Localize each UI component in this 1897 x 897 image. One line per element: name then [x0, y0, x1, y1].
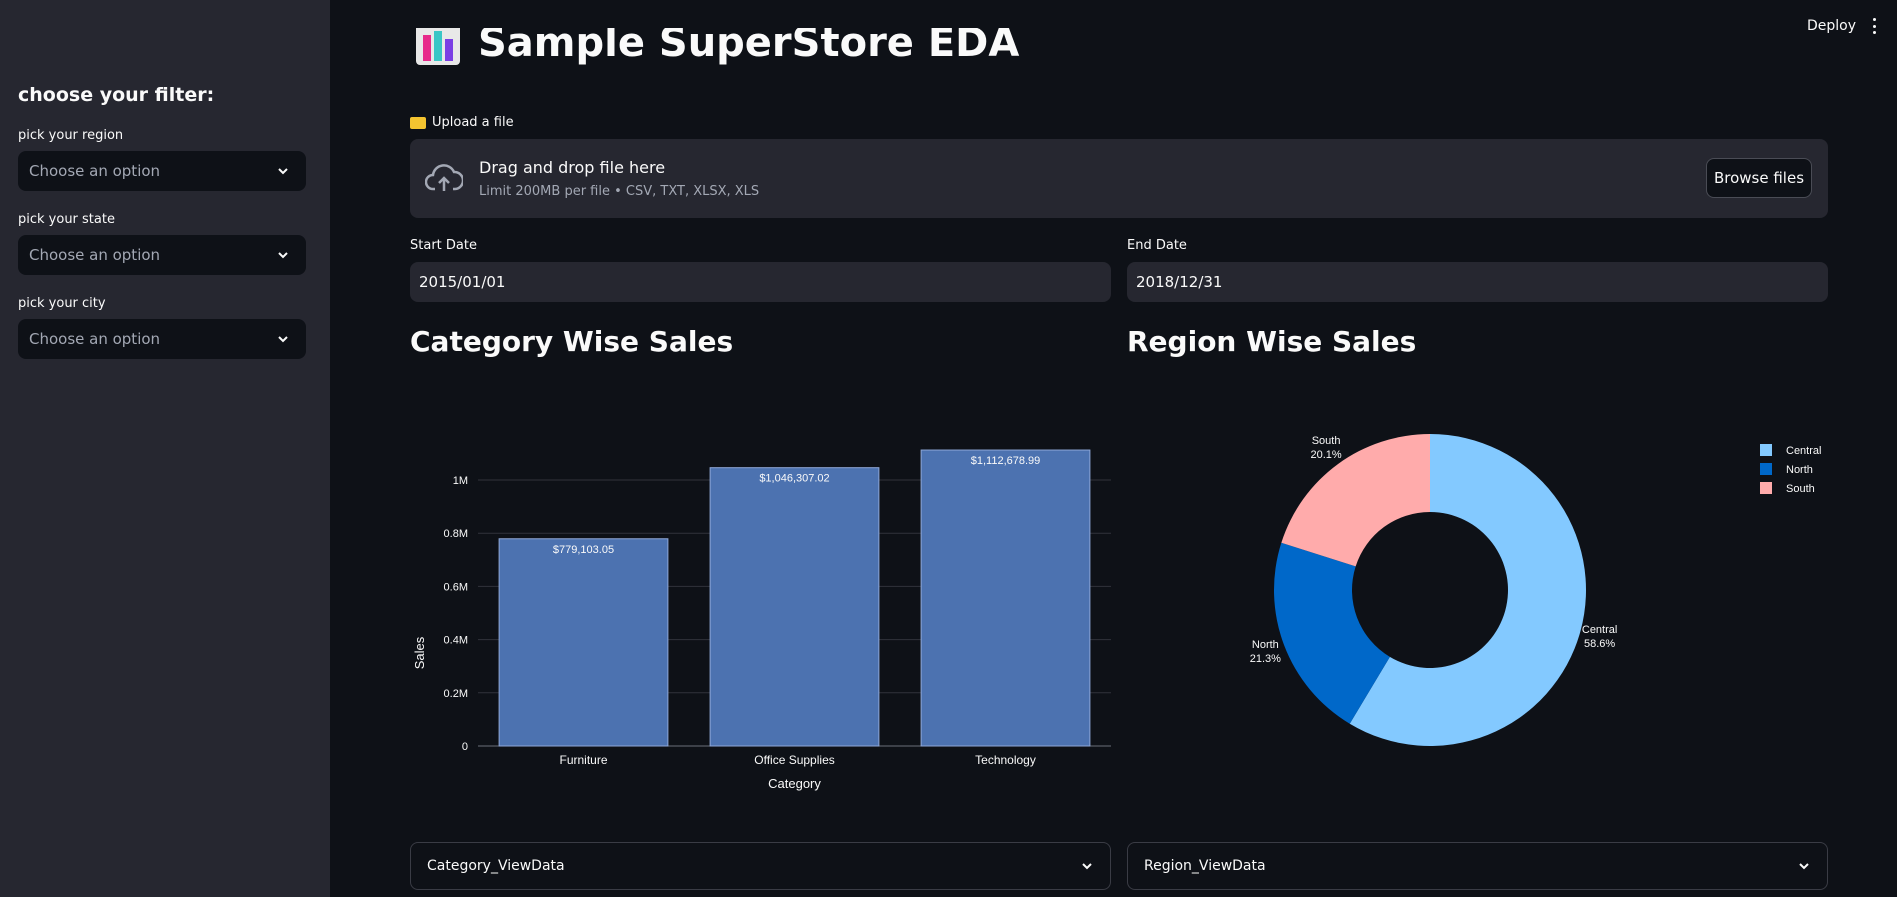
upload-label-text: Upload a file: [432, 115, 514, 130]
x-tick-label: Technology: [975, 753, 1036, 767]
dropzone-title: Drag and drop file here: [479, 158, 666, 177]
page-title: Sample SuperStore EDA: [478, 28, 1020, 66]
y-tick-label: 0: [462, 741, 468, 753]
state-select-placeholder: Choose an option: [29, 246, 161, 264]
region-viewdata-label: Region_ViewData: [1144, 858, 1266, 874]
end-date-label: End Date: [1127, 238, 1187, 253]
chevron-down-icon: [278, 168, 288, 175]
bar-office-supplies: [709, 467, 880, 747]
chevron-down-icon: [278, 336, 288, 343]
city-select-placeholder: Choose an option: [29, 330, 161, 348]
region-select[interactable]: Choose an option: [18, 151, 306, 191]
chevron-down-icon: [1799, 863, 1809, 870]
dropzone-subtitle: Limit 200MB per file • CSV, TXT, XLSX, X…: [479, 184, 760, 199]
cloud-upload-icon: [425, 164, 463, 191]
x-tick-label: Furniture: [559, 753, 607, 767]
legend-label: North: [1786, 464, 1813, 476]
category-bar-chart: 0 0.2M 0.4M 0.6M 0.8M 1M $779,103.05 Furniture $…: [412, 449, 1111, 791]
region-viewdata-expander[interactable]: Region_ViewData: [1127, 842, 1828, 890]
legend-swatch: [1760, 482, 1772, 494]
file-dropzone[interactable]: Drag and drop file here Limit 200MB per …: [410, 139, 1828, 218]
legend-label: Central: [1786, 445, 1821, 457]
bar-chart-emoji-icon: [416, 28, 460, 65]
bar-data-label: $779,103.05: [553, 544, 614, 556]
region-donut-chart: Central 58.6% North 21.3% South 20.1% Central N…: [1250, 434, 1821, 746]
category-viewdata-expander[interactable]: Category_ViewData: [410, 842, 1111, 890]
state-filter-label: pick your state: [18, 212, 115, 227]
legend-swatch: [1760, 463, 1772, 475]
category-viewdata-label: Category_ViewData: [427, 858, 565, 874]
legend-swatch: [1760, 444, 1772, 456]
y-axis-label: Sales: [412, 636, 427, 669]
deploy-button[interactable]: Deploy: [1807, 18, 1856, 34]
region-sales-heading: Region Wise Sales: [1127, 325, 1417, 358]
slice-label-central: Central 58.6%: [1582, 624, 1617, 650]
donut-slice-south: [1281, 434, 1430, 567]
folder-icon: [410, 116, 426, 129]
x-axis-label: Category: [768, 776, 821, 791]
state-select[interactable]: Choose an option: [18, 235, 306, 275]
upload-label: Upload a file: [410, 115, 514, 130]
bar-technology: [920, 449, 1091, 747]
region-select-placeholder: Choose an option: [29, 162, 161, 180]
chevron-down-icon: [278, 252, 288, 259]
slice-label-north: North 21.3%: [1250, 639, 1281, 665]
y-tick-label: 0.8M: [444, 528, 468, 540]
y-tick-label: 0.6M: [444, 581, 468, 593]
y-tick-label: 0.2M: [444, 688, 468, 700]
sidebar: choose your filter: pick your region Cho…: [0, 0, 330, 897]
page-title-area: Sample SuperStore EDA: [416, 28, 1116, 74]
y-tick-label: 0.4M: [444, 635, 468, 647]
kebab-menu-icon[interactable]: [1868, 16, 1880, 36]
start-date-label: Start Date: [410, 238, 477, 253]
y-tick-label: 1M: [453, 475, 468, 487]
bar-data-label: $1,112,678.99: [971, 455, 1041, 467]
slice-label-south: South 20.1%: [1311, 435, 1342, 461]
sidebar-title: choose your filter:: [18, 84, 215, 106]
category-sales-heading: Category Wise Sales: [410, 325, 734, 358]
start-date-input[interactable]: 2015/01/01: [410, 262, 1111, 302]
bar-furniture: [498, 538, 669, 747]
city-filter-label: pick your city: [18, 296, 106, 311]
bar-data-label: $1,046,307.02: [759, 473, 829, 485]
end-date-input[interactable]: 2018/12/31: [1127, 262, 1828, 302]
browse-files-button[interactable]: Browse files: [1706, 158, 1812, 198]
chevron-down-icon: [1082, 863, 1092, 870]
x-tick-label: Office Supplies: [754, 753, 835, 767]
region-filter-label: pick your region: [18, 128, 124, 143]
legend-label: South: [1786, 483, 1815, 495]
city-select[interactable]: Choose an option: [18, 319, 306, 359]
